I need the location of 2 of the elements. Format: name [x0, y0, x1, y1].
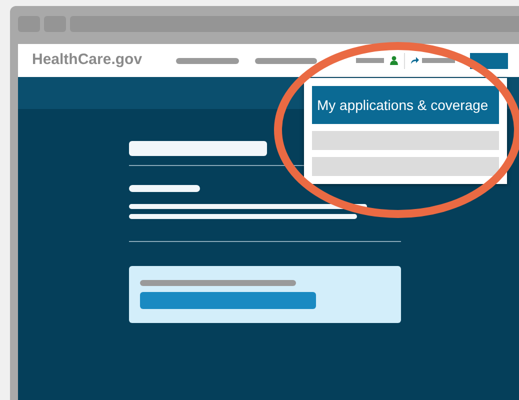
menu-link[interactable]: My applications & coverage — [312, 86, 499, 124]
site-logo[interactable]: HealthCare.gov — [32, 49, 162, 72]
